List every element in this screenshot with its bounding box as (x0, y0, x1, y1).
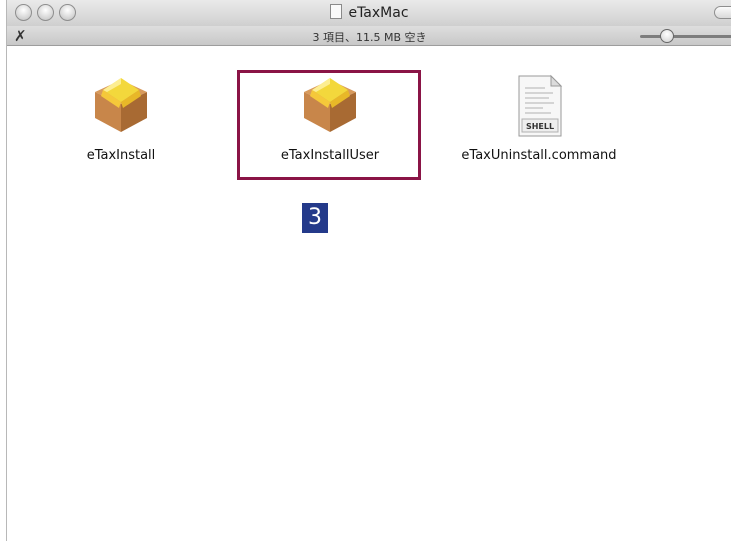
file-name[interactable]: eTaxInstall (31, 148, 211, 163)
step-number-badge: 3 (302, 203, 328, 233)
file-name[interactable]: eTaxUninstall.command (449, 148, 629, 163)
window-title: eTaxMac (348, 5, 409, 21)
folder-proxy-icon[interactable] (330, 4, 343, 19)
file-item[interactable]: eTaxInstall (31, 74, 211, 163)
status-bar: ✗ 3 項目、11.5 MB 空き (7, 26, 731, 46)
file-item[interactable]: SHELL eTaxUninstall.command (449, 74, 629, 163)
slider-knob[interactable] (660, 29, 674, 43)
shell-icon-text: SHELL (526, 122, 554, 131)
status-text: 3 項目、11.5 MB 空き (312, 31, 427, 44)
title-bar[interactable]: eTaxMac (7, 0, 731, 26)
shell-script-icon[interactable]: SHELL (507, 74, 571, 138)
toolbar-toggle-button[interactable] (714, 6, 731, 19)
selection-highlight (237, 70, 421, 180)
package-icon[interactable] (89, 74, 153, 138)
icon-size-slider[interactable] (640, 28, 731, 44)
window-title-area: eTaxMac (7, 4, 731, 21)
slider-track[interactable] (640, 35, 731, 38)
